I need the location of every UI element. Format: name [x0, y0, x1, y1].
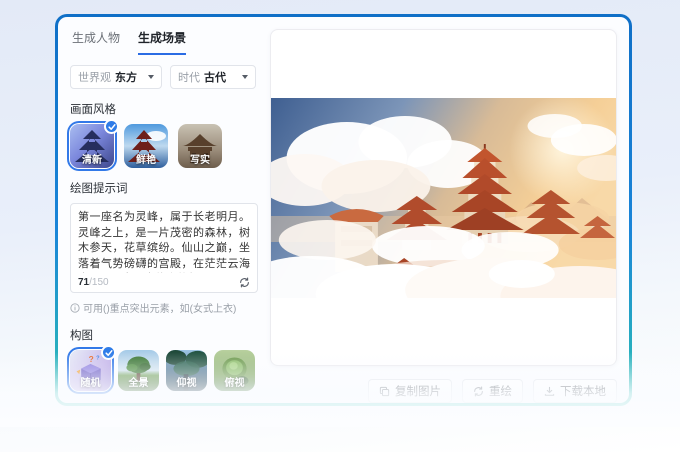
- prompt-char-max: /150: [89, 277, 109, 288]
- style-thumb-label: 清新: [82, 155, 102, 166]
- era-select[interactable]: 时代 古代: [170, 65, 256, 89]
- prompt-input[interactable]: 第一座名为灵峰，属于长老明月。灵峰之上，是一片茂密的森林，树木参天，花草缤纷。仙…: [70, 203, 258, 293]
- redraw-label: 重绘: [489, 386, 512, 398]
- worldview-value: 东方: [115, 72, 137, 84]
- composition-thumb-lookup[interactable]: 仰视: [166, 350, 207, 391]
- check-badge-icon: [101, 345, 116, 360]
- chevron-down-icon: [148, 75, 154, 79]
- prompt-hint: 可用()重点突出元素，如(女式上衣): [70, 300, 258, 315]
- prompt-char-count: 71: [78, 277, 90, 288]
- mode-tabs: 生成人物 生成场景: [70, 25, 258, 55]
- era-value: 古代: [204, 72, 226, 84]
- copy-icon: [379, 386, 390, 397]
- generator-modal: 生成人物 生成场景 世界观 东方 时代 古代 画面风格 清新 鲜艳 写实 绘图提…: [55, 14, 632, 406]
- worldview-select[interactable]: 世界观 东方: [70, 65, 162, 89]
- preview-actions: 复制图片 重绘 下载本地: [270, 379, 617, 403]
- worldview-label: 世界观: [78, 72, 111, 84]
- prompt-text[interactable]: 第一座名为灵峰，属于长老明月。灵峰之上，是一片茂密的森林，树木参天，花草缤纷。仙…: [78, 210, 250, 273]
- filter-row: 世界观 东方 时代 古代: [70, 65, 258, 89]
- chevron-down-icon: [242, 75, 248, 79]
- composition-thumb-label: 全景: [128, 378, 149, 389]
- style-thumb-fresh[interactable]: 清新: [70, 119, 119, 168]
- era-label: 时代: [178, 72, 200, 84]
- download-label: 下载本地: [560, 386, 606, 398]
- style-section-title: 画面风格: [70, 104, 116, 116]
- composition-thumb-label: 随机: [80, 378, 101, 389]
- app-background: 生成人物 生成场景 世界观 东方 时代 古代 画面风格 清新 鲜艳 写实 绘图提…: [0, 0, 680, 452]
- preview-card: [270, 29, 617, 366]
- settings-panel: 生成人物 生成场景 世界观 东方 时代 古代 画面风格 清新 鲜艳 写实 绘图提…: [70, 25, 258, 403]
- style-thumb-realistic[interactable]: 写实: [178, 124, 222, 168]
- redraw-button[interactable]: 重绘: [462, 379, 523, 403]
- style-thumbs: 清新 鲜艳 写实: [70, 119, 258, 168]
- prompt-refresh-icon[interactable]: [239, 277, 250, 288]
- generated-image[interactable]: [271, 97, 616, 298]
- style-thumb-vivid[interactable]: 鲜艳: [124, 124, 168, 168]
- download-button[interactable]: 下载本地: [533, 379, 617, 403]
- composition-thumb-lookdown[interactable]: 俯视: [214, 350, 255, 391]
- style-thumb-label: 写实: [190, 155, 210, 166]
- svg-text:?: ?: [96, 355, 100, 361]
- svg-text:?: ?: [89, 354, 94, 364]
- copy-image-button[interactable]: 复制图片: [368, 379, 452, 403]
- preview-panel: 复制图片 重绘 下载本地: [270, 25, 617, 403]
- info-icon: [70, 302, 80, 313]
- download-icon: [544, 386, 555, 397]
- check-badge-icon: [104, 119, 119, 134]
- composition-thumb-label: 仰视: [176, 378, 197, 389]
- composition-thumbs: ? ? 随机 全景 仰视 俯视: [70, 345, 258, 391]
- composition-thumb-panorama[interactable]: 全景: [118, 350, 159, 391]
- prompt-hint-text: 可用()重点突出元素，如(女式上衣): [83, 304, 237, 315]
- composition-thumb-label: 俯视: [224, 378, 245, 389]
- composition-thumb-random[interactable]: ? ? 随机: [70, 345, 116, 391]
- copy-image-label: 复制图片: [395, 386, 441, 398]
- tab-generate-person[interactable]: 生成人物: [72, 29, 120, 55]
- composition-section-title: 构图: [70, 330, 93, 342]
- prompt-section-title: 绘图提示词: [70, 183, 128, 195]
- tab-generate-scene[interactable]: 生成场景: [138, 29, 187, 55]
- prompt-footer: 71 /150: [78, 277, 250, 288]
- redraw-icon: [473, 386, 484, 397]
- generator-modal-inner: 生成人物 生成场景 世界观 东方 时代 古代 画面风格 清新 鲜艳 写实 绘图提…: [58, 17, 629, 403]
- style-thumb-label: 鲜艳: [136, 155, 156, 166]
